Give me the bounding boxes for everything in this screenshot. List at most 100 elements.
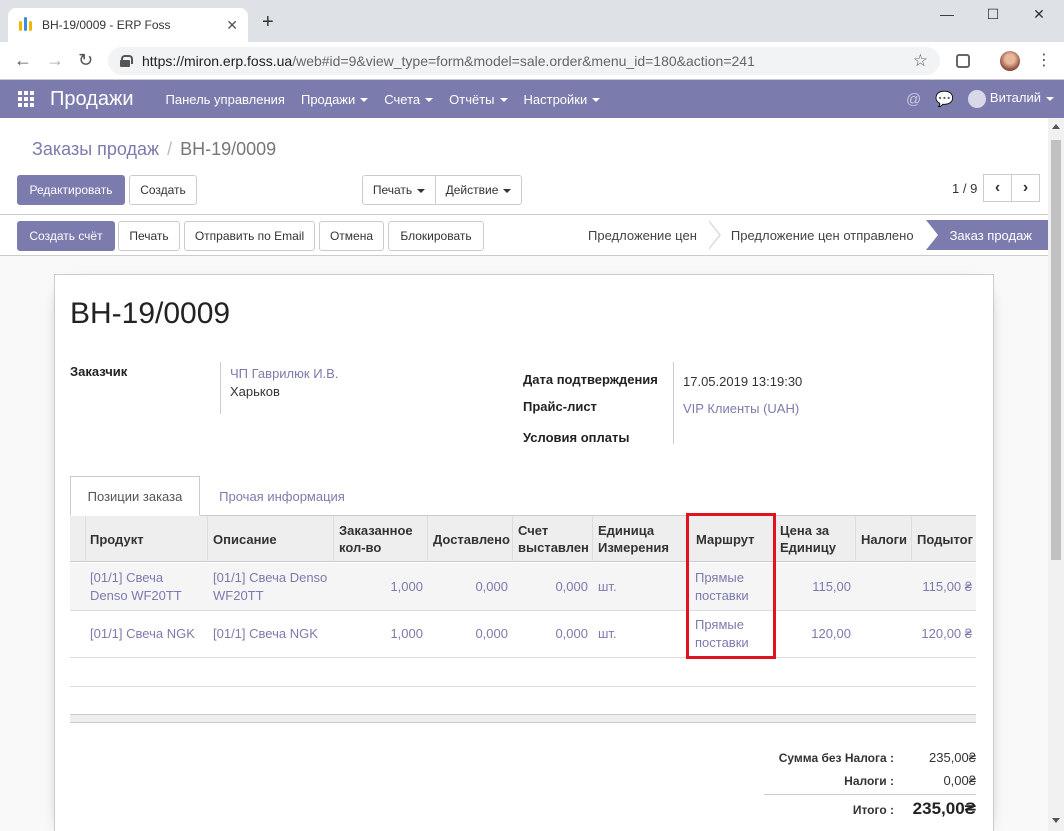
address-bar[interactable]: https://miron.erp.foss.ua/web#id=9&view_… (108, 47, 940, 75)
header-invoiced[interactable]: Счет выставлен (518, 516, 589, 562)
status-bar: Создать счёт Печать Отправить по Email О… (0, 216, 1048, 256)
header-product[interactable]: Продукт (90, 516, 144, 562)
row-ordered-qty: 1,000 (390, 579, 423, 594)
row-uom: шт. (598, 626, 617, 641)
header-ordered-qty[interactable]: Заказанное кол-во (339, 516, 413, 562)
breadcrumb-sales-orders[interactable]: Заказы продаж (32, 139, 159, 159)
profile-avatar[interactable] (1000, 51, 1020, 71)
row-ordered-qty: 1,000 (390, 626, 423, 641)
pager-previous-button[interactable]: ‹ (983, 174, 1012, 202)
table-footer (70, 714, 976, 723)
user-name: Виталий (990, 90, 1054, 105)
lock-icon (120, 55, 133, 67)
confirm-date-value: 17.05.2019 13:19:30 (683, 374, 803, 389)
row-product[interactable]: [01/1] Свеча NGK (90, 625, 195, 643)
menu-settings[interactable]: Настройки (524, 92, 601, 107)
send-email-button[interactable]: Отправить по Email (184, 221, 315, 251)
user-menu[interactable]: Виталий (967, 90, 1054, 108)
scroll-down-icon[interactable] (1052, 818, 1060, 823)
cancel-button[interactable]: Отмена (319, 221, 384, 251)
breadcrumb: Заказы продаж / ВН-19/0009 (32, 139, 277, 159)
status-step-quotation-sent[interactable]: Предложение цен отправлено (723, 220, 926, 250)
row-product[interactable]: [01/1] Свеча Denso WF20TT (90, 569, 182, 605)
erp-foss-favicon-icon (18, 17, 34, 33)
action-dropdown-label: Действие (446, 183, 512, 197)
taxes-value: 0,00₴ (943, 773, 976, 788)
total-label: Итого : (852, 803, 894, 817)
control-panel: Заказы продаж / ВН-19/0009 Редактировать С… (0, 118, 1048, 215)
menu-dashboard[interactable]: Панель управления (166, 92, 285, 107)
header-unit-price[interactable]: Цена за Единицу (780, 516, 836, 562)
header-taxes[interactable]: Налоги (861, 516, 907, 562)
header-description[interactable]: Описание (213, 516, 277, 562)
header-delivered[interactable]: Доставлено (433, 516, 510, 562)
payment-terms-label: Условия оплаты (523, 430, 630, 445)
pager-next-button[interactable]: › (1011, 174, 1040, 202)
untaxed-amount-value: 235,00₴ (929, 750, 976, 765)
new-tab-icon[interactable]: + (262, 12, 274, 32)
forward-icon[interactable]: → (46, 50, 64, 70)
close-tab-icon[interactable]: ✕ (226, 17, 238, 34)
row-description[interactable]: [01/1] Свеча NGK (213, 625, 318, 643)
pager-value: 1 / 9 (952, 181, 978, 196)
tab-other-info[interactable]: Прочая информация (201, 476, 363, 516)
totals-divider (764, 794, 976, 795)
header-invoiced-line2: выставлен (518, 540, 589, 555)
header-uom[interactable]: Единица Измерения (598, 516, 669, 562)
action-dropdown[interactable]: Действие (435, 175, 522, 205)
route-column-highlight (686, 513, 776, 659)
lock-button[interactable]: Блокировать (388, 221, 484, 251)
status-step-separator (707, 220, 723, 250)
row-subtotal: 120,00 ₴ (921, 626, 972, 641)
menu-reports[interactable]: Отчёты (449, 92, 507, 107)
scroll-up-icon[interactable] (1052, 124, 1060, 129)
customer-city: Харьков (230, 384, 280, 399)
edit-button[interactable]: Редактировать (17, 175, 125, 205)
apps-grid-icon[interactable] (18, 91, 34, 107)
row-unit-price: 120,00 (811, 626, 851, 641)
create-button[interactable]: Создать (129, 175, 197, 205)
back-icon[interactable]: ← (14, 50, 32, 70)
header-subtotal[interactable]: Подытог (917, 516, 973, 562)
print-dropdown[interactable]: Печать (362, 175, 436, 205)
total-value: 235,00₴ (912, 799, 976, 818)
table-empty-row (70, 658, 976, 687)
browser-menu-icon[interactable]: ⋮ (1036, 51, 1052, 71)
browser-tab-title: ВН-19/0009 - ERP Foss (42, 18, 171, 32)
bookmark-star-icon[interactable]: ☆ (913, 51, 928, 71)
extension-icon[interactable] (956, 54, 970, 68)
at-mention-icon[interactable]: @ (906, 91, 921, 108)
minimize-icon[interactable]: — (932, 6, 962, 22)
browser-titlebar: ВН-19/0009 - ERP Foss ✕ + — ☐ ✕ (0, 0, 1064, 42)
maximize-icon[interactable]: ☐ (978, 6, 1008, 23)
chat-bubbles-icon[interactable]: 💬 (935, 90, 954, 108)
row-subtotal: 115,00 ₴ (922, 579, 972, 594)
print-button[interactable]: Печать (118, 221, 180, 251)
status-step-sales-order: Заказ продаж (925, 220, 1048, 250)
create-invoice-button[interactable]: Создать счёт (17, 221, 115, 251)
field-divider (220, 362, 221, 414)
menu-invoices[interactable]: Счета (384, 92, 433, 107)
row-unit-price: 115,00 (812, 579, 851, 594)
header-ordered-qty-line2: кол-во (339, 540, 382, 555)
row-description[interactable]: [01/1] Свеча Denso WF20TT (213, 569, 327, 605)
row-invoiced: 0,000 (555, 626, 588, 641)
browser-tab[interactable]: ВН-19/0009 - ERP Foss ✕ (8, 8, 248, 42)
header-uom-line2: Измерения (598, 540, 669, 555)
pricelist-link[interactable]: VIP Клиенты (UAH) (683, 401, 799, 416)
tab-order-lines[interactable]: Позиции заказа (70, 476, 200, 516)
status-steps: Предложение цен Предложение цен отправле… (566, 220, 1048, 250)
customer-label: Заказчик (70, 364, 128, 379)
confirm-date-label: Дата подтверждения (523, 372, 658, 387)
menu-sales[interactable]: Продажи (301, 92, 368, 107)
scroll-thumb[interactable] (1051, 140, 1061, 560)
url-path: /web#id=9&view_type=form&model=sale.orde… (292, 53, 755, 69)
page-scrollbar[interactable] (1048, 118, 1064, 831)
reload-icon[interactable]: ↻ (78, 50, 93, 70)
customer-name-link[interactable]: ЧП Гаврилюк И.В. (230, 366, 338, 381)
header-unit-price-line1: Цена за (780, 523, 830, 538)
field-divider (673, 362, 674, 444)
close-window-icon[interactable]: ✕ (1024, 6, 1054, 23)
status-step-quotation[interactable]: Предложение цен (566, 220, 709, 250)
header-invoiced-line1: Счет (518, 523, 549, 538)
